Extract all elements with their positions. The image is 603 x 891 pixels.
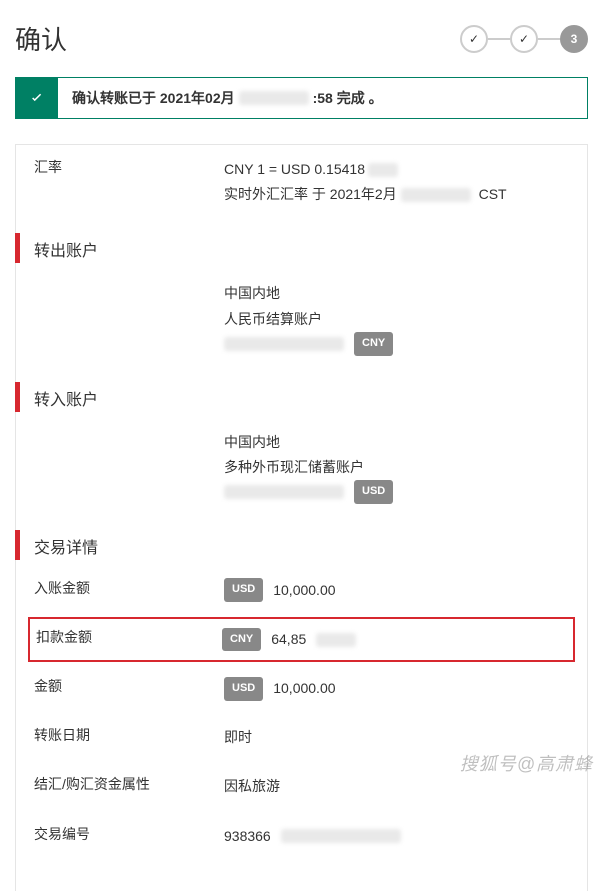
page-header: 确认 ✓ ✓ 3 bbox=[15, 20, 588, 57]
redacted bbox=[316, 633, 356, 647]
currency-badge-usd: USD bbox=[224, 677, 263, 701]
row-from-account: 中国内地 人民币结算账户 CNY bbox=[16, 269, 587, 367]
row-debit-amount: 扣款金额 CNY 64,85 bbox=[34, 627, 567, 652]
highlight-debit-amount: 扣款金额 CNY 64,85 bbox=[28, 617, 575, 662]
section-title-txn: 交易详情 bbox=[16, 534, 98, 558]
step-connector bbox=[538, 38, 560, 40]
redacted-account-number bbox=[224, 485, 344, 499]
currency-badge-usd: USD bbox=[354, 480, 393, 504]
label-credit: 入账金额 bbox=[34, 578, 224, 598]
value-from-account: 中国内地 人民币结算账户 CNY bbox=[224, 281, 569, 355]
row-rate: 汇率 CNY 1 = USD 0.15418 实时外汇汇率 于 2021年2月 … bbox=[16, 145, 587, 219]
success-check-icon bbox=[16, 78, 58, 118]
redacted bbox=[281, 829, 401, 843]
section-transaction: 交易详情 bbox=[16, 516, 587, 566]
value-rate: CNY 1 = USD 0.15418 实时外汇汇率 于 2021年2月 CST bbox=[224, 157, 569, 207]
step-2-check-icon: ✓ bbox=[510, 25, 538, 53]
currency-badge-cny: CNY bbox=[222, 628, 261, 652]
value-date: 即时 bbox=[224, 725, 569, 750]
label-date: 转账日期 bbox=[34, 725, 224, 745]
row-credit-amount: 入账金额 USD 10,000.00 bbox=[16, 566, 587, 615]
currency-badge-cny: CNY bbox=[354, 332, 393, 356]
value-to-account: 中国内地 多种外币现汇储蓄账户 USD bbox=[224, 430, 569, 504]
redacted-datetime bbox=[239, 91, 309, 105]
redacted-account-number bbox=[224, 337, 344, 351]
value-credit: USD 10,000.00 bbox=[224, 578, 569, 603]
details-panel: 汇率 CNY 1 = USD 0.15418 实时外汇汇率 于 2021年2月 … bbox=[15, 144, 588, 891]
section-to-account: 转入账户 bbox=[16, 368, 587, 418]
section-marker bbox=[15, 233, 20, 263]
step-1-check-icon: ✓ bbox=[460, 25, 488, 53]
label-amount: 金额 bbox=[34, 676, 224, 696]
section-marker bbox=[15, 382, 20, 412]
redacted bbox=[368, 163, 398, 177]
row-transfer-date: 转账日期 即时 bbox=[16, 713, 587, 762]
row-to-account: 中国内地 多种外币现汇储蓄账户 USD bbox=[16, 418, 587, 516]
value-debit: CNY 64,85 bbox=[222, 627, 567, 652]
label-purpose: 结汇/购汇资金属性 bbox=[34, 774, 224, 794]
row-txn-number: 交易编号 938366 bbox=[16, 812, 587, 861]
value-purpose: 因私旅游 bbox=[224, 774, 569, 799]
step-connector bbox=[488, 38, 510, 40]
success-message: 确认转账已于 2021年02月 :58 完成 。 bbox=[58, 78, 397, 118]
row-amount: 金额 USD 10,000.00 bbox=[16, 664, 587, 713]
step-indicator: ✓ ✓ 3 bbox=[460, 25, 588, 53]
section-marker bbox=[15, 530, 20, 560]
label-debit: 扣款金额 bbox=[36, 627, 222, 647]
section-title-from: 转出账户 bbox=[16, 237, 98, 261]
redacted bbox=[401, 188, 471, 202]
value-amount: USD 10,000.00 bbox=[224, 676, 569, 701]
label-txn-no: 交易编号 bbox=[34, 824, 224, 844]
currency-badge-usd: USD bbox=[224, 578, 263, 602]
value-txn-no: 938366 bbox=[224, 824, 569, 849]
step-3-current: 3 bbox=[560, 25, 588, 53]
success-alert: 确认转账已于 2021年02月 :58 完成 。 bbox=[15, 77, 588, 119]
page-title: 确认 bbox=[15, 20, 67, 57]
row-fx-purpose: 结汇/购汇资金属性 因私旅游 bbox=[16, 762, 587, 811]
section-from-account: 转出账户 bbox=[16, 219, 587, 269]
section-title-to: 转入账户 bbox=[16, 386, 98, 410]
label-rate: 汇率 bbox=[34, 157, 224, 177]
